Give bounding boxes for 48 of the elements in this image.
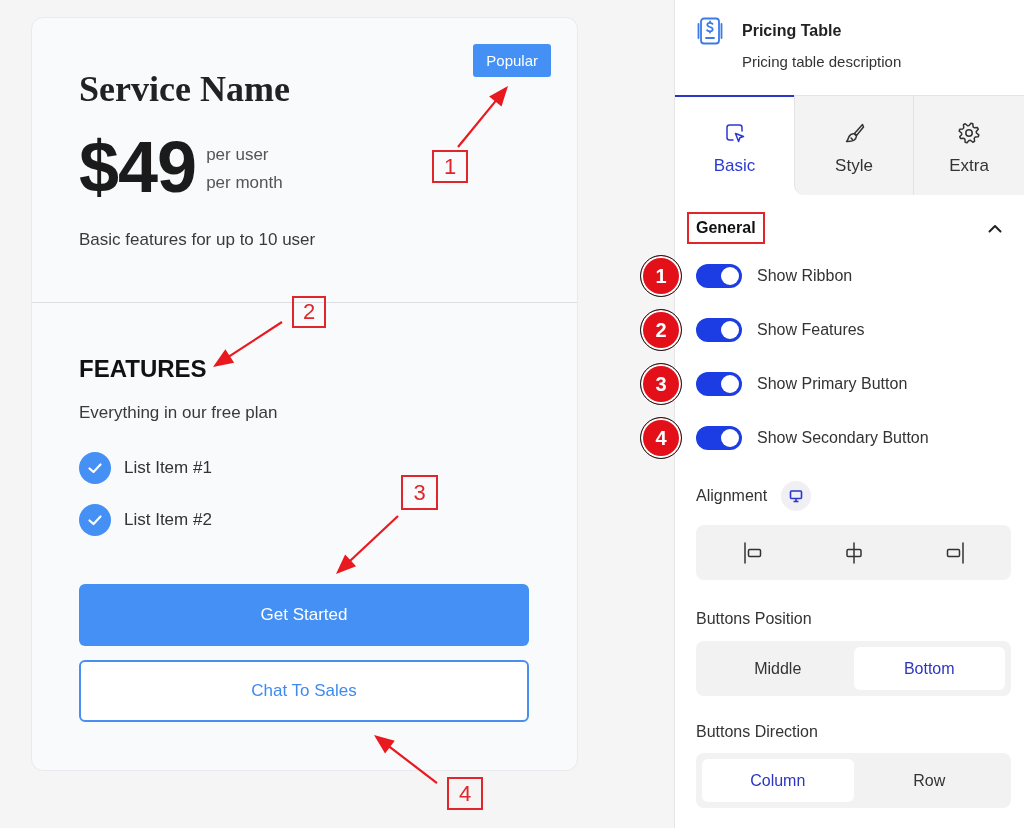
price-amount: $49 — [79, 131, 197, 203]
plan-description: Basic features for up to 10 user — [79, 229, 316, 251]
toggle-label: Show Secondary Button — [757, 428, 929, 448]
gear-icon — [957, 121, 981, 145]
panel-description: Pricing table description — [742, 52, 902, 72]
step-marker: 4 — [640, 417, 682, 459]
toggle-switch[interactable] — [696, 426, 742, 450]
check-circle-icon — [79, 504, 111, 536]
callout-number: 4 — [447, 777, 483, 810]
toggle-label: Show Primary Button — [757, 374, 908, 394]
feature-item: List Item #1 — [124, 457, 212, 479]
segment-option[interactable]: Middle — [702, 647, 854, 690]
callout-number: 1 — [432, 150, 468, 183]
service-title: Service Name — [79, 69, 290, 109]
toggle-switch[interactable] — [696, 318, 742, 342]
check-circle-icon — [79, 452, 111, 484]
dollar-document-icon — [696, 17, 724, 45]
segment-option[interactable]: Bottom — [853, 647, 1005, 690]
step-marker: 1 — [640, 255, 682, 297]
step-marker: 2 — [640, 309, 682, 351]
monitor-icon[interactable] — [781, 481, 812, 511]
toggle-switch[interactable] — [696, 372, 742, 396]
callout-arrow — [336, 515, 399, 574]
features-heading: FEATURES — [79, 355, 207, 383]
field-label: Buttons Position — [696, 610, 812, 627]
step-marker: 3 — [640, 363, 682, 405]
tab[interactable]: Style — [794, 95, 913, 195]
callout-arrow — [457, 86, 508, 148]
segment-option[interactable]: Column — [702, 759, 854, 802]
toggle-label: Show Features — [757, 320, 865, 340]
price-period: per month — [206, 172, 283, 194]
segment-option[interactable]: Row — [853, 759, 1005, 802]
panel-title: Pricing Table — [742, 21, 842, 41]
tab[interactable]: Extra — [913, 95, 1024, 195]
section-title: General — [687, 212, 765, 244]
callout-number: 2 — [292, 296, 326, 328]
field-label: Buttons Direction — [696, 723, 818, 740]
price-period: per user — [206, 144, 270, 166]
callout-number: 3 — [401, 475, 438, 510]
toggle-label: Show Ribbon — [757, 266, 853, 286]
field-label: Alignment — [696, 486, 768, 506]
callout-arrow — [374, 735, 438, 784]
ribbon-badge: Popular — [473, 44, 551, 77]
toggle-switch[interactable] — [696, 264, 742, 288]
callout-arrow — [213, 321, 283, 367]
feature-item: List Item #2 — [124, 509, 212, 531]
features-subtitle: Everything in our free plan — [79, 402, 278, 424]
chevron-up-icon[interactable] — [988, 223, 1002, 233]
